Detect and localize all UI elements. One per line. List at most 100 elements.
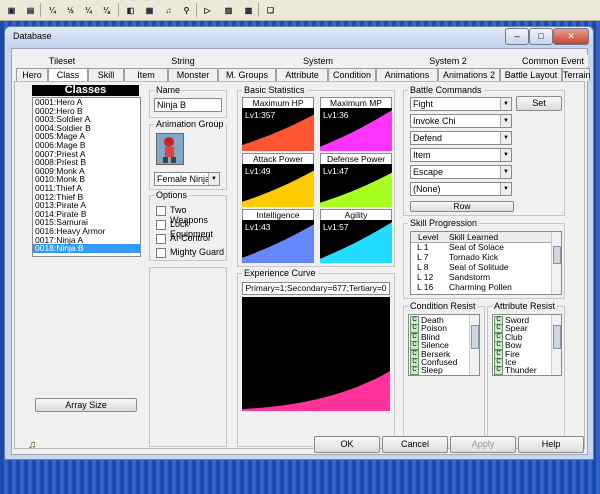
row-button[interactable]: Row — [410, 201, 514, 212]
resist-name: Thunder — [505, 365, 537, 376]
skill-scrollbar-thumb[interactable] — [553, 246, 561, 264]
skill-scrollbar[interactable] — [551, 232, 561, 294]
battle-command-value: Escape — [413, 167, 444, 177]
sound-icon[interactable]: ♫ — [160, 2, 177, 19]
layer-1-icon[interactable]: ¼ — [44, 2, 61, 19]
help-button[interactable]: Help — [518, 436, 584, 453]
tab-battle-layout[interactable]: Battle Layout — [500, 68, 562, 81]
option-label: AI Control — [170, 233, 211, 243]
tab-tileset[interactable]: Tileset — [18, 55, 106, 67]
search-icon[interactable]: ⚲ — [178, 2, 195, 19]
skill-name: Seal of Solitude — [449, 262, 509, 272]
tab-system[interactable]: System — [258, 55, 378, 67]
stat-defense-power[interactable]: Defense Power Lv1:47 — [320, 153, 392, 207]
battle-command-select[interactable]: (None) ▼ — [410, 182, 512, 196]
condition-scrollbar[interactable] — [469, 315, 479, 375]
maximize-button[interactable]: □ — [529, 28, 553, 45]
battle-command-select[interactable]: Fight ▼ — [410, 97, 512, 111]
cancel-button[interactable]: Cancel — [382, 436, 448, 453]
battle-command-value: Invoke Chi — [413, 116, 456, 126]
animation-group-select[interactable]: Female Ninja ▼ — [154, 172, 220, 186]
option-checkbox[interactable] — [156, 206, 166, 216]
layer-2-icon[interactable]: ½ — [62, 2, 79, 19]
tab-animations[interactable]: Animations — [376, 68, 438, 81]
attribute-scrollbar-thumb[interactable] — [553, 325, 561, 349]
resist-row[interactable]: C Sleep — [410, 365, 457, 376]
attribute-resist-label: Attribute Resist — [492, 301, 558, 311]
classes-list[interactable]: 0001:Hero A 0002:Hero B 0003:Soldier A 0004… — [32, 97, 141, 257]
tab-m-groups[interactable]: M. Groups — [218, 68, 276, 81]
tab-class[interactable]: Class — [48, 68, 88, 81]
tab-terrain[interactable]: Terrain — [562, 68, 591, 81]
condition-scrollbar-thumb[interactable] — [471, 325, 479, 349]
tab-string[interactable]: String — [108, 55, 258, 67]
experience-params[interactable]: Primary=1;Secondary=677;Tertiary=0 — [242, 282, 390, 295]
toolbar-separator — [258, 3, 259, 17]
ok-button[interactable]: OK — [314, 436, 380, 453]
level-column-header[interactable]: Level — [418, 232, 438, 242]
stat-attack-power[interactable]: Attack Power Lv1:49 — [242, 153, 314, 207]
option-label: Mighty Guard — [170, 247, 225, 257]
fullscreen-icon[interactable]: ▨ — [220, 2, 237, 19]
skill-progression-label: Skill Progression — [408, 218, 480, 228]
resource-icon[interactable]: ▦ — [141, 2, 158, 19]
condition-resist-list[interactable]: C Death C Poison C Blind C Silence C Berserk C Conf… — [408, 314, 480, 376]
option-checkbox[interactable] — [156, 220, 166, 230]
layer-3-icon[interactable]: ¼ — [80, 2, 97, 19]
skill-progression-table[interactable]: Level Skill Learned L 1 Seal of Solace L 7… — [410, 231, 562, 295]
battle-command-select[interactable]: Defend ▼ — [410, 131, 512, 145]
title-icon[interactable]: ▩ — [240, 2, 257, 19]
experience-curve-chart[interactable] — [242, 297, 390, 411]
open-project-icon[interactable]: ▤ — [22, 2, 39, 19]
skill-column-header[interactable]: Skill Learned — [449, 232, 498, 242]
tab-system-2[interactable]: System 2 — [378, 55, 518, 67]
tab-common-event[interactable]: Common Event — [518, 55, 588, 67]
tab-hero[interactable]: Hero — [16, 68, 48, 81]
database-icon[interactable]: ◧ — [122, 2, 139, 19]
attribute-resist-list[interactable]: C Sword C Spear C Club C Bow C Fire C Ice C Thunder — [492, 314, 562, 376]
battle-command-select[interactable]: Invoke Chi ▼ — [410, 114, 512, 128]
option-checkbox[interactable] — [156, 234, 166, 244]
tab-item[interactable]: Item — [124, 68, 168, 81]
class-list-item[interactable]: 0018:Ninja B — [33, 244, 140, 253]
help-book-icon[interactable]: ❏ — [262, 2, 279, 19]
music-icon[interactable]: ♫ — [28, 439, 36, 451]
toolbar-separator — [118, 3, 119, 17]
option-checkbox[interactable] — [156, 248, 166, 258]
skill-level: L 1 — [417, 242, 429, 252]
battle-command-select[interactable]: Escape ▼ — [410, 165, 512, 179]
attribute-scrollbar[interactable] — [551, 315, 561, 375]
stat-maximum-mp[interactable]: Maximum MP Lv1:36 — [320, 97, 392, 151]
layer-4-icon[interactable]: ⅛ — [98, 2, 115, 19]
stat-agility[interactable]: Agility Lv1:57 — [320, 209, 392, 263]
skill-row[interactable]: L 16 Charming Pollen — [411, 283, 551, 293]
stat-value: Lv1:357 — [245, 110, 276, 120]
skill-level: L 16 — [417, 282, 434, 292]
battle-command-value: Fight — [413, 99, 434, 109]
battle-command-select[interactable]: Item ▼ — [410, 148, 512, 162]
dropdown-arrow-icon: ▼ — [500, 183, 511, 195]
resist-name: Sleep — [421, 365, 443, 376]
playtest-icon[interactable]: ▷ — [199, 2, 216, 19]
stat-intelligence[interactable]: Intelligence Lv1:43 — [242, 209, 314, 263]
tab-animations-2[interactable]: Animations 2 — [438, 68, 500, 81]
skill-name: Tornado Kick — [449, 252, 499, 262]
tab-condition[interactable]: Condition — [328, 68, 376, 81]
battler-preview[interactable] — [156, 133, 184, 165]
dropdown-arrow-icon: ▼ — [500, 115, 511, 127]
stat-maximum-hp[interactable]: Maximum HP Lv1:357 — [242, 97, 314, 151]
skill-level: L 7 — [417, 252, 429, 262]
tab-monster[interactable]: Monster — [168, 68, 218, 81]
name-input[interactable]: Ninja B — [154, 98, 222, 112]
name-group: Name Ninja B — [149, 85, 227, 118]
apply-button[interactable]: Apply — [450, 436, 516, 453]
new-project-icon[interactable]: ▣ — [3, 2, 20, 19]
minimize-button[interactable]: – — [505, 28, 529, 45]
attribute-resist-group: Attribute Resist C Sword C Spear C Club C Bow C F… — [487, 301, 565, 447]
tab-attribute[interactable]: Attribute — [276, 68, 328, 81]
resist-row[interactable]: C Thunder — [494, 365, 537, 376]
close-button[interactable]: ✕ — [553, 28, 589, 45]
array-size-button[interactable]: Array Size — [35, 398, 137, 412]
set-button[interactable]: Set — [516, 96, 562, 111]
tab-skill[interactable]: Skill — [88, 68, 124, 81]
